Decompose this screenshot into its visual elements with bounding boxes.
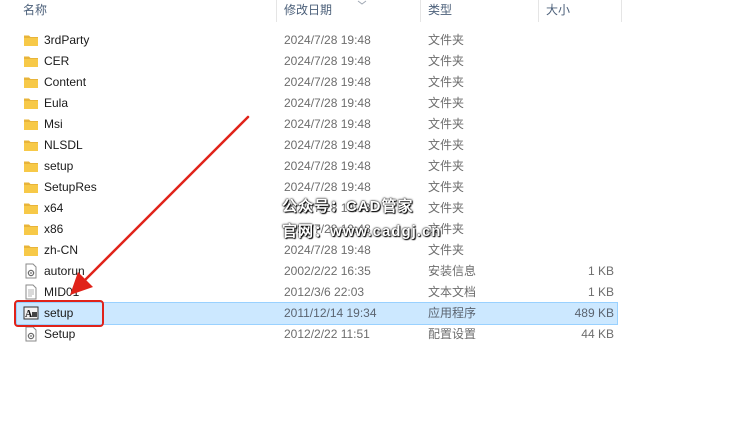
file-type: 文件夹 xyxy=(428,138,465,152)
file-modified-date: 2011/12/14 19:34 xyxy=(284,306,377,320)
watermark-line1: 公众号：CAD管家 xyxy=(282,198,414,215)
column-divider[interactable] xyxy=(276,0,277,22)
column-header: 名称 修改日期 类型 大小 xyxy=(0,0,729,24)
file-row[interactable]: zh-CN 2024/7/28 19:48 文件夹 xyxy=(17,240,617,261)
file-type: 文件夹 xyxy=(428,117,465,131)
file-type: 文件夹 xyxy=(428,54,465,68)
settings-file-icon xyxy=(23,263,39,279)
column-divider[interactable] xyxy=(538,0,539,22)
file-size: 1 KB xyxy=(587,264,614,278)
file-row[interactable]: autorun 2002/2/22 16:35 安装信息 1 KB xyxy=(17,261,617,282)
settings-file-icon xyxy=(23,326,39,342)
file-type: 文件夹 xyxy=(428,75,465,89)
file-row[interactable]: Asetup 2011/12/14 19:34 应用程序 489 KB xyxy=(16,302,618,325)
file-size: 1 KB xyxy=(587,285,614,299)
file-name: 3rdParty xyxy=(44,33,90,47)
file-row[interactable]: Eula 2024/7/28 19:48 文件夹 xyxy=(17,93,617,114)
file-type: 文件夹 xyxy=(428,201,465,215)
folder-icon xyxy=(23,158,39,174)
file-name: setup xyxy=(44,159,74,173)
file-type: 文件夹 xyxy=(428,159,465,173)
file-modified-date: 2024/7/28 19:48 xyxy=(284,243,371,257)
file-row[interactable]: setup 2024/7/28 19:48 文件夹 xyxy=(17,156,617,177)
file-row[interactable]: NLSDL 2024/7/28 19:48 文件夹 xyxy=(17,135,617,156)
file-row[interactable]: 3rdParty 2024/7/28 19:48 文件夹 xyxy=(17,30,617,51)
folder-icon xyxy=(23,116,39,132)
file-row[interactable]: MID01 2012/3/6 22:03 文本文档 1 KB xyxy=(17,282,617,303)
file-row[interactable]: Content 2024/7/28 19:48 文件夹 xyxy=(17,72,617,93)
column-size-header[interactable]: 大小 xyxy=(546,0,570,24)
file-row[interactable]: Msi 2024/7/28 19:48 文件夹 xyxy=(17,114,617,135)
folder-icon xyxy=(23,200,39,216)
file-modified-date: 2024/7/28 19:48 xyxy=(284,96,371,110)
file-modified-date: 2002/2/22 16:35 xyxy=(284,264,371,278)
folder-icon xyxy=(23,95,39,111)
folder-icon xyxy=(23,53,39,69)
column-divider[interactable] xyxy=(420,0,421,22)
file-modified-date: 2024/7/28 19:48 xyxy=(284,54,371,68)
file-modified-date: 2024/7/28 19:48 xyxy=(284,159,371,173)
folder-icon xyxy=(23,32,39,48)
annotation-highlight-box xyxy=(14,300,104,327)
file-type: 文件夹 xyxy=(428,33,465,47)
column-type-header[interactable]: 类型 xyxy=(428,0,452,24)
column-name-header[interactable]: 名称 xyxy=(23,0,47,24)
folder-icon xyxy=(23,74,39,90)
text-file-icon xyxy=(23,284,39,300)
file-size: 44 KB xyxy=(581,327,614,341)
file-type: 文件夹 xyxy=(428,180,465,194)
folder-icon xyxy=(23,221,39,237)
watermark-line2: 官网：www.cadgj.cn xyxy=(282,223,442,240)
folder-icon xyxy=(23,242,39,258)
file-name: x86 xyxy=(44,222,64,236)
file-row[interactable]: Setup 2012/2/22 11:51 配置设置 44 KB xyxy=(17,324,617,345)
file-name: CER xyxy=(44,54,70,68)
file-type: 配置设置 xyxy=(428,327,477,341)
file-modified-date: 2024/7/28 19:48 xyxy=(284,33,371,47)
file-row[interactable]: CER 2024/7/28 19:48 文件夹 xyxy=(17,51,617,72)
file-name: NLSDL xyxy=(44,138,83,152)
file-name: Content xyxy=(44,75,87,89)
file-name: x64 xyxy=(44,201,64,215)
file-type: 应用程序 xyxy=(428,306,477,320)
file-modified-date: 2024/7/28 19:48 xyxy=(284,138,371,152)
folder-icon xyxy=(23,137,39,153)
file-name: zh-CN xyxy=(44,243,79,257)
file-name: Setup xyxy=(44,327,76,341)
folder-icon xyxy=(23,179,39,195)
file-name: Msi xyxy=(44,117,63,131)
file-type: 文件夹 xyxy=(428,243,465,257)
file-type: 文件夹 xyxy=(428,96,465,110)
file-name: autorun xyxy=(44,264,85,278)
file-name: SetupRes xyxy=(44,180,97,194)
column-date-header[interactable]: 修改日期 xyxy=(284,0,332,24)
file-modified-date: 2012/3/6 22:03 xyxy=(284,285,365,299)
file-name: Eula xyxy=(44,96,69,110)
column-divider[interactable] xyxy=(621,0,622,22)
file-modified-date: 2012/2/22 11:51 xyxy=(284,327,370,341)
file-modified-date: 2024/7/28 19:48 xyxy=(284,117,371,131)
file-size: 489 KB xyxy=(574,306,614,320)
file-type: 安装信息 xyxy=(428,264,477,278)
file-modified-date: 2024/7/28 19:48 xyxy=(284,75,371,89)
file-type: 文本文档 xyxy=(428,285,477,299)
sort-chevron-icon xyxy=(357,0,367,5)
